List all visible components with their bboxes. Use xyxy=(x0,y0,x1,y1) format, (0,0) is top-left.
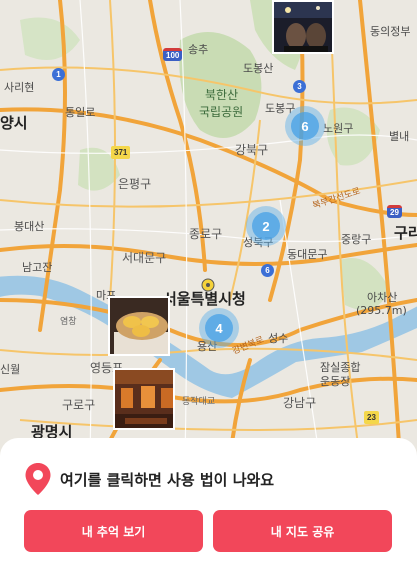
cluster-marker[interactable]: 4 xyxy=(199,308,239,348)
restaurant-image xyxy=(115,370,173,428)
photo-marker-egg-tart[interactable] xyxy=(108,296,170,356)
route-23-shield: 23 xyxy=(364,411,379,424)
route-1-shield: 1 xyxy=(52,68,65,81)
egg-tart-image xyxy=(110,298,168,354)
bottom-sheet: 여기를 클릭하면 사용 법이 나와요 내 추억 보기 내 지도 공유 xyxy=(0,438,417,570)
map-label-gangnamgu: 강남구 xyxy=(283,396,317,410)
map-view[interactable]: 송추 동의정부 사리현 도봉산 북한산 국립공원 도봉구 통일로 양시 노원구 … xyxy=(0,0,417,460)
map-label-achasan: 아차산 xyxy=(367,291,398,304)
share-my-map-button[interactable]: 내 지도 공유 xyxy=(213,510,392,552)
cluster-count: 6 xyxy=(291,112,319,140)
usage-hint-text: 여기를 클릭하면 사용 법이 나와요 xyxy=(60,470,275,489)
map-label-namgojan: 남고잔 xyxy=(22,261,53,274)
map-label-seoul-city-hall: 서울특별시청 xyxy=(163,290,246,308)
photo-marker-night-selfie[interactable] xyxy=(272,0,334,54)
map-label-dong-uijeongbu: 동의정부 xyxy=(370,25,411,38)
map-label-dobongsan: 도봉산 xyxy=(243,62,274,75)
cluster-marker[interactable]: 2 xyxy=(246,206,286,246)
map-label-eunpyeonggu: 은평구 xyxy=(118,177,152,191)
route-3-shield: 3 xyxy=(293,80,306,93)
map-label-bukhansan: 북한산 xyxy=(205,88,239,102)
map-label-songchu: 송추 xyxy=(188,43,209,56)
map-label-achasan-height: (295.7m) xyxy=(356,304,407,317)
view-my-memories-button[interactable]: 내 추억 보기 xyxy=(24,510,203,552)
map-label-seongsu: 성수 xyxy=(268,332,289,345)
map-label-nowongu: 노원구 xyxy=(323,122,354,135)
map-label-dongjak-bridge: 동작대교 xyxy=(182,397,216,407)
map-label-sinwol: 신월 xyxy=(0,363,21,376)
map-label-saribyeon: 사리현 xyxy=(4,81,35,94)
cluster-count: 2 xyxy=(252,212,280,240)
map-label-tonggilro: 통일로 xyxy=(65,106,96,119)
usage-hint[interactable]: 여기를 클릭하면 사용 법이 나와요 xyxy=(24,462,274,496)
map-label-guri: 구리 xyxy=(394,224,417,242)
cluster-count: 4 xyxy=(205,314,233,342)
route-29-shield: 29 xyxy=(387,205,402,218)
route-6-shield: 6 xyxy=(261,264,274,277)
map-label-yeomchang: 염창 xyxy=(60,317,77,327)
map-label-jamsil: 잠실종합 xyxy=(320,361,361,374)
map-label-national-park: 국립공원 xyxy=(199,105,244,119)
map-label-dongdaemungu: 동대문구 xyxy=(287,248,328,261)
map-label-jongnogu: 종로구 xyxy=(189,227,223,241)
map-label-bongdaesan: 봉대산 xyxy=(14,220,45,233)
map-label-jungnanggu: 중랑구 xyxy=(341,233,372,246)
map-label-stadium: 운동장 xyxy=(320,375,351,388)
photo-marker-restaurant[interactable] xyxy=(113,368,175,430)
route-100-shield: 100 xyxy=(163,48,183,61)
night-selfie-image xyxy=(274,2,332,52)
map-label-goyang: 양시 xyxy=(0,114,28,132)
map-label-seodaemungu: 서대문구 xyxy=(122,251,167,265)
map-pin-icon xyxy=(25,463,51,495)
map-label-gangbukgu: 강북구 xyxy=(235,143,269,157)
cluster-marker[interactable]: 6 xyxy=(285,106,325,146)
route-371-shield: 371 xyxy=(111,146,131,159)
map-label-gurogu: 구로구 xyxy=(62,398,96,412)
map-label-byeolnae: 별내 xyxy=(389,130,410,143)
